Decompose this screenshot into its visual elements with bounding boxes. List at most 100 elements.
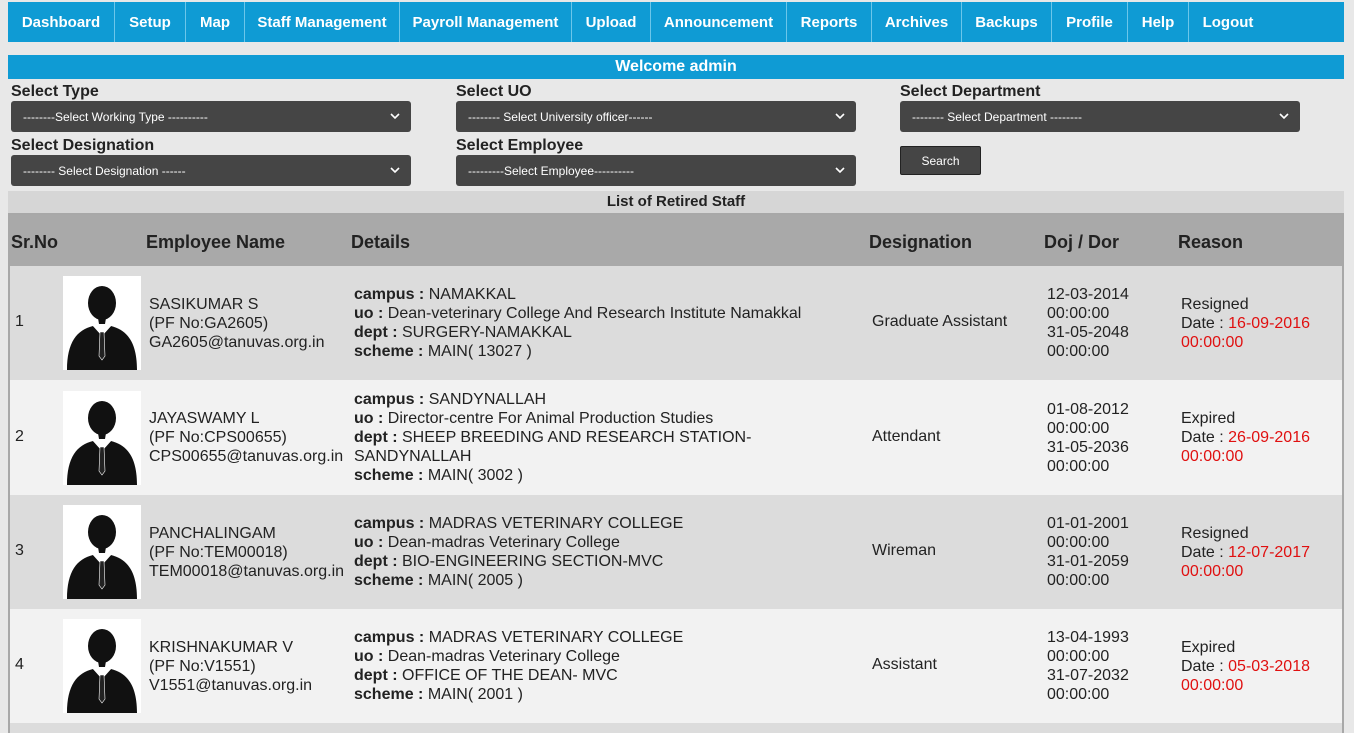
employee-details: campus : MADRAS VETERINARY COLLEGE uo : … [354, 628, 824, 704]
col-srno: Sr.No [11, 232, 59, 252]
chevron-down-icon [390, 167, 400, 174]
col-doj-dor: Doj / Dor [1044, 232, 1119, 252]
dor-time: 00:00:00 [1047, 572, 1110, 589]
campus-label: campus : [354, 515, 425, 532]
doj-dor: 01-01-2001 00:00:00 31-01-2059 00:00:00 [1047, 514, 1129, 590]
select-type-dropdown[interactable]: --------Select Working Type ---------- [11, 101, 411, 132]
dept-label: dept : [354, 553, 398, 570]
nav-reports[interactable]: Reports [787, 2, 872, 42]
uo-value: Director-centre For Animal Production St… [387, 410, 714, 427]
dor-date: 31-01-2059 [1047, 553, 1129, 570]
scheme-label: scheme : [354, 572, 424, 589]
select-uo-dropdown[interactable]: -------- Select University officer------ [456, 101, 856, 132]
employee-info: KRISHNAKUMAR V (PF No:V1551) V1551@tanuv… [149, 638, 312, 695]
dept-value: SHEEP BREEDING AND RESEARCH STATION- [402, 429, 752, 446]
select-designation-dropdown[interactable]: -------- Select Designation ------ [11, 155, 411, 186]
nav-staff-management[interactable]: Staff Management [245, 2, 400, 42]
reason-text: Resigned [1181, 295, 1249, 313]
employee-info: PANCHALINGAM (PF No:TEM00018) TEM00018@t… [149, 524, 344, 581]
table-header: Sr.No Employee Name Details Designation … [10, 215, 1342, 266]
select-employee-dropdown[interactable]: ---------Select Employee---------- [456, 155, 856, 186]
row-srno: 3 [15, 542, 24, 559]
avatar [63, 276, 141, 370]
nav-setup[interactable]: Setup [115, 2, 186, 42]
nav-payroll-management[interactable]: Payroll Management [400, 2, 572, 42]
employee-email[interactable]: CPS00655@tanuvas.org.in [149, 447, 343, 466]
nav-upload[interactable]: Upload [572, 2, 651, 42]
uo-value: Dean-veterinary College And Research Ins… [387, 305, 802, 322]
employee-email[interactable]: GA2605@tanuvas.org.in [149, 333, 324, 352]
table-row-partial [10, 723, 1342, 733]
uo-value: Dean-madras Veterinary College [387, 534, 620, 551]
doj-date: 13-04-1993 [1047, 629, 1129, 646]
nav-dashboard[interactable]: Dashboard [8, 2, 115, 42]
reason-date-label: Date : [1181, 543, 1224, 561]
uo-value: Dean-madras Veterinary College [387, 648, 620, 665]
retired-staff-table: Sr.No Employee Name Details Designation … [8, 213, 1344, 733]
reason: Resigned Date : 16-09-2016 00:00:00 [1181, 295, 1310, 352]
employee-email[interactable]: TEM00018@tanuvas.org.in [149, 562, 344, 581]
designation-value: Assistant [872, 656, 937, 673]
nav-archives[interactable]: Archives [872, 2, 962, 42]
dor-time: 00:00:00 [1047, 686, 1110, 703]
doj-time: 00:00:00 [1047, 305, 1110, 322]
employee-email[interactable]: V1551@tanuvas.org.in [149, 676, 312, 695]
campus-label: campus : [354, 391, 425, 408]
doj-dor: 13-04-1993 00:00:00 31-07-2032 00:00:00 [1047, 628, 1129, 704]
nav-help[interactable]: Help [1128, 2, 1189, 42]
campus-value: MADRAS VETERINARY COLLEGE [428, 629, 684, 646]
dept-label: dept : [354, 429, 398, 446]
employee-name: JAYASWAMY L [149, 410, 260, 427]
reason-date-label: Date : [1181, 657, 1224, 675]
nav-announcement[interactable]: Announcement [651, 2, 787, 42]
reason-date: 26-09-2016 [1228, 429, 1310, 446]
row-srno: 2 [15, 427, 24, 445]
select-department-dropdown[interactable]: -------- Select Department -------- [900, 101, 1300, 132]
nav-backups[interactable]: Backups [962, 2, 1052, 42]
col-reason: Reason [1178, 232, 1244, 252]
table-row: 3 PANCHALINGAM (PF No:TEM00018) TEM00018… [10, 495, 1342, 609]
employee-details: campus : SANDYNALLAH uo : Director-centr… [354, 390, 824, 485]
search-button[interactable]: Search [900, 146, 981, 175]
nav-logout[interactable]: Logout [1189, 2, 1267, 42]
table-row: 4 KRISHNAKUMAR V (PF No:V1551) V1551@tan… [10, 609, 1342, 723]
col-employee-name: Employee Name [146, 232, 286, 252]
uo-label: uo : [354, 648, 384, 665]
select-department-value: -------- Select Department -------- [912, 109, 1082, 124]
uo-label: uo : [354, 305, 384, 322]
dept-value: SURGERY-NAMAKKAL [402, 324, 572, 341]
reason-text: Expired [1181, 410, 1236, 427]
scheme-value: MAIN( 2005 ) [427, 572, 523, 589]
campus-label: campus : [354, 286, 425, 303]
employee-info: SASIKUMAR S (PF No:GA2605) GA2605@tanuva… [149, 295, 324, 352]
employee-details: campus : NAMAKKAL uo : Dean-veterinary C… [354, 285, 824, 361]
employee-name: KRISHNAKUMAR V [149, 638, 294, 656]
nav-map[interactable]: Map [186, 2, 245, 42]
doj-date: 01-08-2012 [1047, 400, 1129, 418]
employee-info: JAYASWAMY L (PF No:CPS00655) CPS00655@ta… [149, 409, 343, 466]
employee-name: PANCHALINGAM [149, 524, 276, 542]
dept-value: BIO-ENGINEERING SECTION-MVC [402, 553, 664, 570]
nav-profile[interactable]: Profile [1052, 2, 1128, 42]
avatar [63, 390, 141, 485]
doj-dor: 12-03-2014 00:00:00 31-05-2048 00:00:00 [1047, 285, 1129, 361]
select-employee-label: Select Employee [456, 137, 584, 154]
dor-time: 00:00:00 [1047, 343, 1110, 360]
designation-value: Wireman [872, 542, 937, 559]
reason-date: 05-03-2018 [1228, 657, 1310, 675]
dor-date: 31-05-2036 [1047, 438, 1129, 456]
top-nav: Dashboard Setup Map Staff Management Pay… [8, 2, 1344, 42]
select-designation-value: -------- Select Designation ------ [23, 163, 186, 178]
dor-time: 00:00:00 [1047, 457, 1110, 475]
campus-value: NAMAKKAL [428, 286, 516, 303]
scheme-label: scheme : [354, 467, 424, 484]
doj-time: 00:00:00 [1047, 534, 1110, 551]
reason-date-label: Date : [1181, 429, 1224, 446]
avatar [63, 619, 141, 713]
dept-value-cont: SANDYNALLAH [354, 448, 472, 465]
table-row: 2 JAYASWAMY L (PF No:CPS00655) CPS00655@… [10, 380, 1342, 495]
campus-value: SANDYNALLAH [428, 391, 547, 408]
reason-time: 00:00:00 [1181, 448, 1244, 465]
dept-label: dept : [354, 324, 398, 341]
doj-time: 00:00:00 [1047, 419, 1110, 437]
